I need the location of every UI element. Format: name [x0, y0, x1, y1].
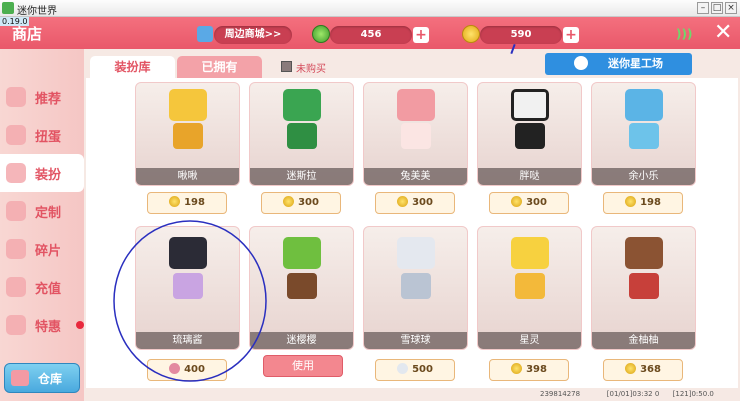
use-button[interactable]: 使用	[263, 355, 343, 377]
coin-icon	[169, 196, 181, 207]
character-art	[511, 237, 549, 269]
deals-icon	[6, 315, 26, 335]
item-card[interactable]: 迷斯拉	[249, 82, 354, 186]
coin-icon	[511, 196, 523, 207]
close-icon[interactable]: ✕	[714, 20, 732, 45]
character-art	[283, 237, 321, 269]
gacha-icon	[6, 125, 26, 145]
minimize-icon[interactable]: –	[697, 2, 709, 14]
item-name: 星灵	[478, 332, 581, 349]
warehouse-button[interactable]: 仓库	[4, 363, 80, 393]
price-button[interactable]: 300	[261, 192, 341, 214]
fragment-icon	[397, 363, 409, 374]
fragment-icon	[6, 239, 26, 259]
item-name: 胖哒	[478, 168, 581, 185]
add-gems-button[interactable]: +	[413, 27, 429, 43]
item-card[interactable]: 胖哒	[477, 82, 582, 186]
notification-dot	[76, 321, 84, 329]
price-button[interactable]: 500	[375, 359, 455, 381]
price-button[interactable]: 368	[603, 359, 683, 381]
item-name: 雪球球	[364, 332, 467, 349]
price-button[interactable]: 300	[489, 192, 569, 214]
not-purchased-checkbox[interactable]	[281, 61, 292, 72]
price-button[interactable]: 198	[147, 192, 227, 214]
gem-icon	[312, 25, 330, 43]
mall-icon	[197, 26, 213, 42]
item-name: 迷斯拉	[250, 168, 353, 185]
nearby-mall-button[interactable]: 周边商城>>	[214, 26, 292, 44]
sidebar-item-recommend[interactable]: 推荐	[0, 78, 84, 116]
item-name: 余小乐	[592, 168, 695, 185]
sidebar-item-custom[interactable]: 定制	[0, 192, 84, 230]
coin-icon	[283, 196, 295, 207]
sidebar-item-deals[interactable]: 特惠	[0, 306, 84, 344]
coin-icon	[511, 363, 523, 374]
coin-icon	[397, 196, 409, 207]
app-icon	[2, 2, 14, 14]
recharge-icon	[6, 277, 26, 297]
network-signal-icon: )))	[676, 27, 693, 41]
nearby-mall-label: 周边商城>>	[224, 29, 282, 40]
tab-library[interactable]: 装扮库	[90, 56, 175, 78]
tab-owned[interactable]: 已拥有	[177, 56, 262, 78]
item-card[interactable]: 金柚柚	[591, 226, 696, 350]
sidebar-item-outfits[interactable]: 装扮	[0, 154, 84, 192]
item-card[interactable]: 雪球球	[363, 226, 468, 350]
recommend-icon	[6, 87, 26, 107]
gem-balance: 456	[330, 26, 412, 44]
workshop-button[interactable]: 迷你星工场	[545, 53, 692, 75]
page-title: 商店	[12, 25, 43, 43]
character-art	[511, 89, 549, 121]
coin-icon	[625, 363, 637, 374]
item-name: 金柚柚	[592, 332, 695, 349]
price-button[interactable]: 300	[375, 192, 455, 214]
close-window-icon[interactable]: ×	[725, 2, 737, 14]
item-card[interactable]: 兔美美	[363, 82, 468, 186]
sidebar-item-gacha[interactable]: 扭蛋	[0, 116, 84, 154]
price-button[interactable]: 398	[489, 359, 569, 381]
character-art	[283, 89, 321, 121]
star-icon	[574, 56, 588, 70]
coin-icon	[625, 196, 637, 207]
maximize-icon[interactable]: □	[711, 2, 723, 14]
custom-icon	[6, 201, 26, 221]
item-card[interactable]: 余小乐	[591, 82, 696, 186]
annotation-ellipse	[113, 220, 267, 382]
character-art	[397, 89, 435, 121]
footer-status: 239814278 [01/01]03:32 0 [121]0:50.0	[540, 390, 714, 398]
sidebar-item-fragments[interactable]: 碎片	[0, 230, 84, 268]
item-card[interactable]: 啾啾	[135, 82, 240, 186]
price-button[interactable]: 198	[603, 192, 683, 214]
character-art	[169, 89, 207, 121]
item-name: 兔美美	[364, 168, 467, 185]
character-art	[397, 237, 435, 269]
coin-icon	[462, 25, 480, 43]
item-name: 啾啾	[136, 168, 239, 185]
add-coins-button[interactable]: +	[563, 27, 579, 43]
sidebar-item-recharge[interactable]: 充值	[0, 268, 84, 306]
item-card[interactable]: 星灵	[477, 226, 582, 350]
outfit-icon	[6, 163, 26, 183]
warehouse-icon	[11, 370, 29, 386]
window-title-bar: 迷你世界 – □ ×	[0, 0, 740, 17]
not-purchased-label: 未购买	[296, 64, 326, 75]
character-art	[625, 89, 663, 121]
character-art	[625, 237, 663, 269]
sidebar: 推荐 扭蛋 装扮 定制 碎片 充值 特惠 仓库	[0, 49, 84, 401]
coin-balance: 590	[480, 26, 562, 44]
window-title: 迷你世界	[17, 6, 57, 17]
